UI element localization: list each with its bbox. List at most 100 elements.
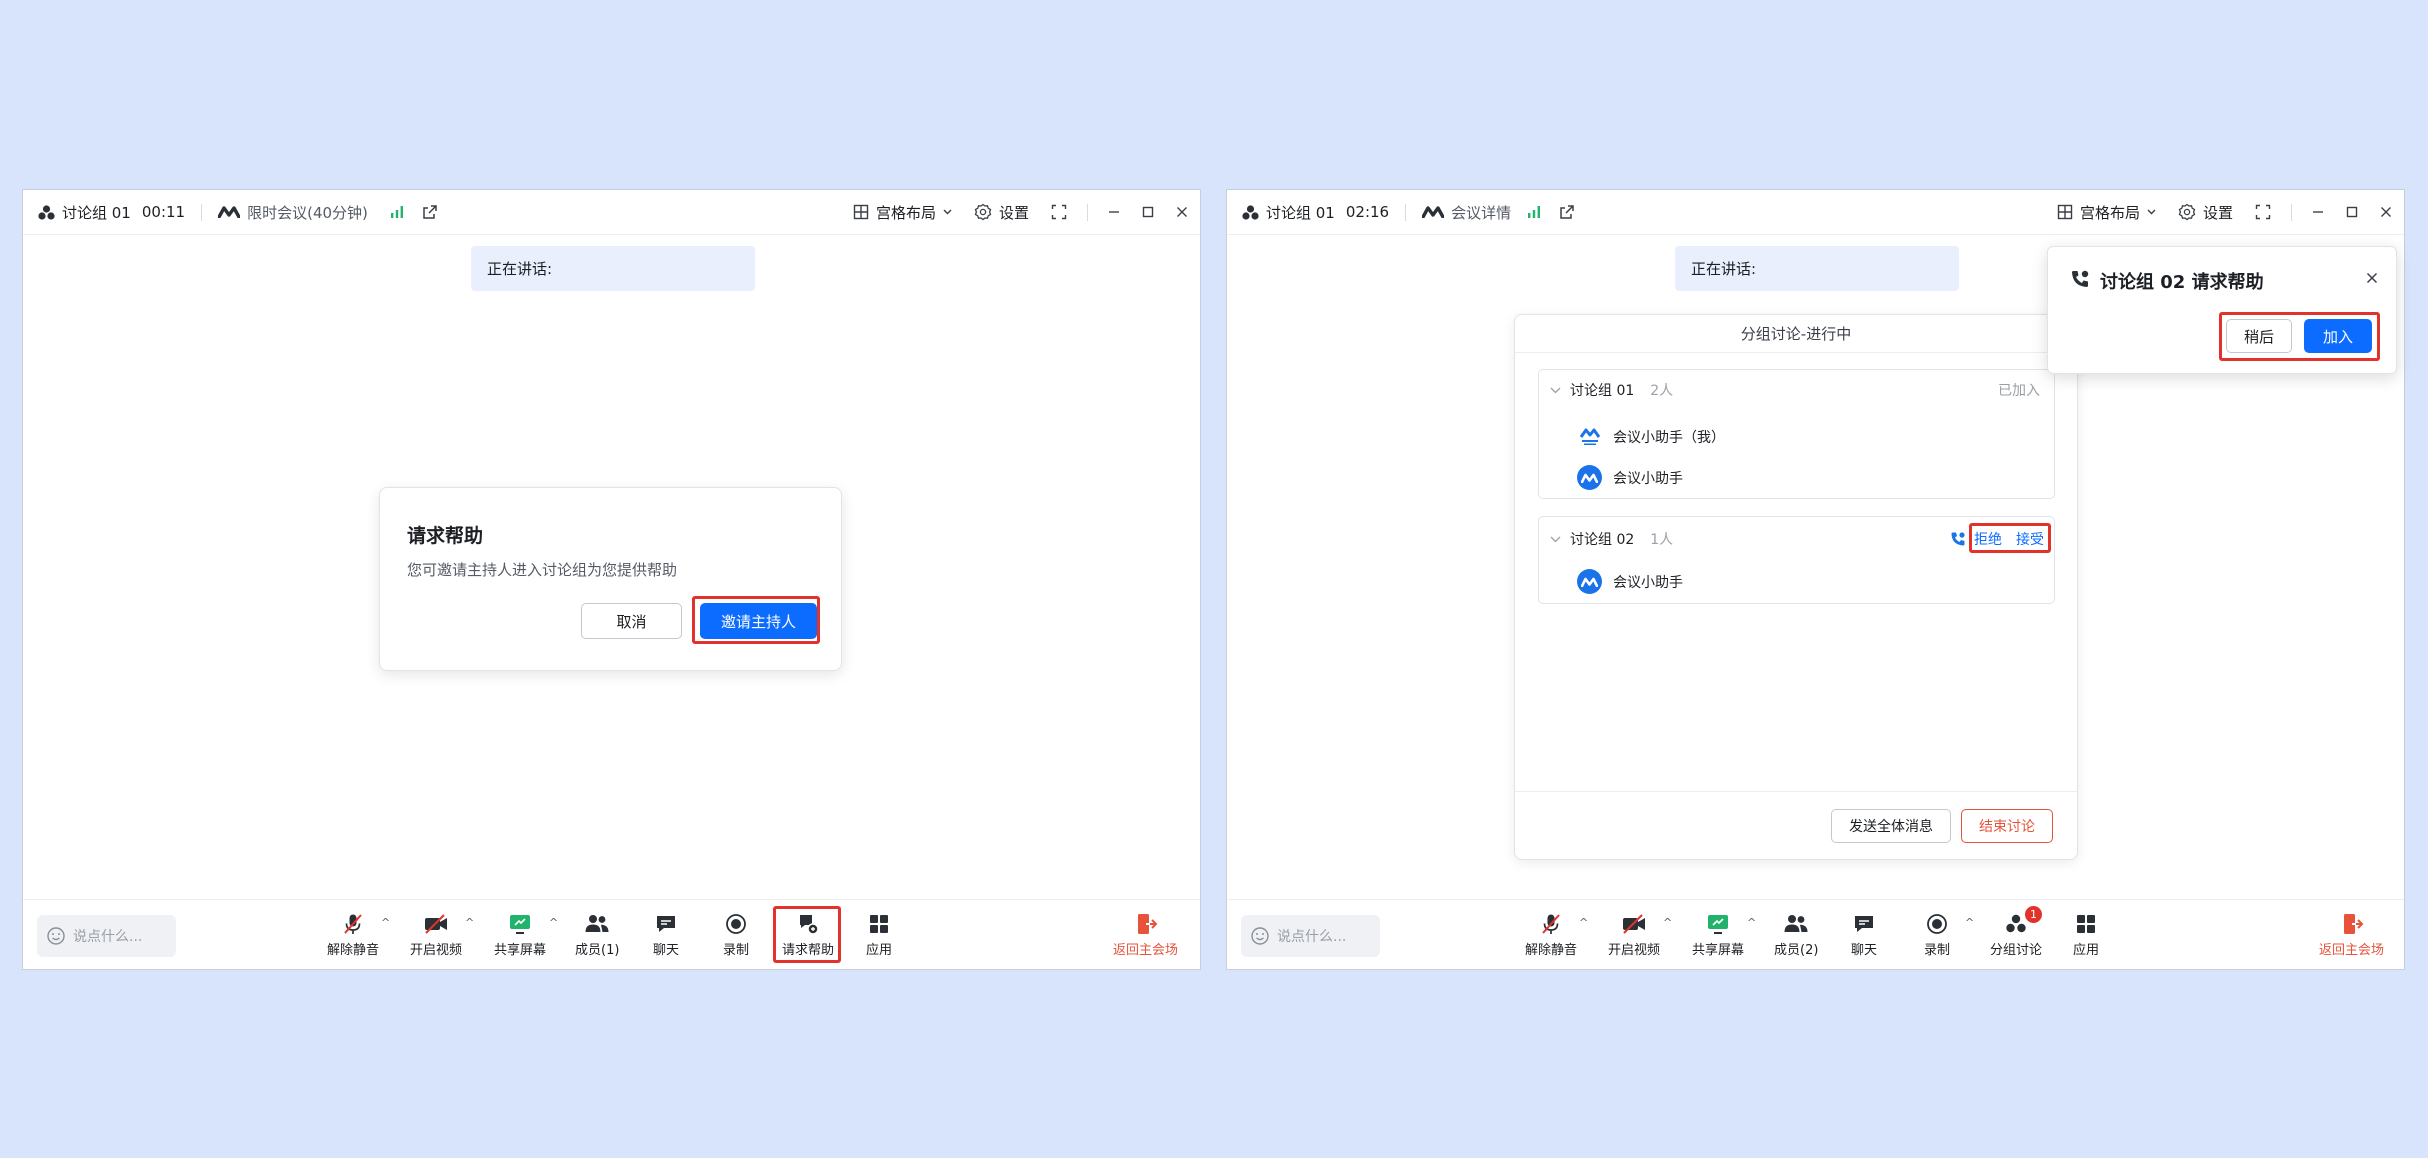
help-request-icon xyxy=(1950,531,1966,547)
close-icon[interactable] xyxy=(2366,272,2378,284)
share-screen-button[interactable]: 共享屏幕 xyxy=(1692,912,1744,958)
end-discussion-button[interactable]: 结束讨论 xyxy=(1961,809,2053,843)
avatar xyxy=(1577,424,1602,449)
breakout-label: 分组讨论 xyxy=(1990,943,2043,958)
chevron-up-icon[interactable]: ^ xyxy=(1579,916,1588,929)
apps-button[interactable]: 应用 xyxy=(866,912,892,958)
breakout-header: 分组讨论-进行中 xyxy=(1515,315,2077,353)
notification-badge: 1 xyxy=(2025,906,2042,923)
members-button[interactable]: 成员(2) xyxy=(1774,912,1818,958)
start-video-button[interactable]: 开启视频 xyxy=(410,912,462,958)
close-icon[interactable] xyxy=(1176,206,1188,218)
chat-label: 聊天 xyxy=(653,943,680,958)
camera-off-icon xyxy=(423,912,449,936)
unmute-label: 解除静音 xyxy=(1525,943,1578,958)
meeting-info[interactable]: 限时会议(40分钟) xyxy=(218,202,368,223)
layout-label: 宫格布局 xyxy=(875,203,936,222)
chevron-up-icon[interactable]: ^ xyxy=(1965,916,1974,929)
signal-icon[interactable] xyxy=(390,205,404,219)
back-to-main-button[interactable]: 返回主会场 xyxy=(2319,912,2384,958)
apps-label: 应用 xyxy=(866,943,893,958)
maximize-icon[interactable] xyxy=(1142,206,1154,218)
meeting-info-label: 限时会议(40分钟) xyxy=(247,203,368,222)
chevron-up-icon[interactable]: ^ xyxy=(1747,916,1756,929)
help-request-icon xyxy=(2070,269,2090,289)
record-icon xyxy=(725,913,747,935)
settings-label: 设置 xyxy=(998,203,1029,222)
share-screen-button[interactable]: 共享屏幕 xyxy=(494,912,546,958)
group-name: 讨论组 02 xyxy=(1570,532,1635,548)
breakout-group-01: 讨论组 01 2人 已加入 会议小助手（我） 会议小助手 xyxy=(1538,369,2055,499)
breakout-panel: 分组讨论-进行中 讨论组 01 2人 已加入 会议小助手（我） 会议小助手 讨论… xyxy=(1514,314,2078,860)
start-video-label: 开启视频 xyxy=(410,943,463,958)
back-to-main-label: 返回主会场 xyxy=(2319,943,2385,958)
apps-button[interactable]: 应用 xyxy=(2073,912,2099,958)
settings-button[interactable]: 设置 xyxy=(2178,202,2233,223)
bottom-toolbar: 说点什么... 解除静音 ^ 开启视频 ^ 共享屏幕 ^ 成员(2) 聊天 录制 xyxy=(1227,899,2404,969)
chevron-up-icon[interactable]: ^ xyxy=(465,916,474,929)
minimize-icon[interactable] xyxy=(2312,206,2324,218)
members-icon xyxy=(584,913,610,935)
member-name: 会议小助手 xyxy=(1613,574,1683,591)
mic-muted-icon xyxy=(341,912,365,936)
share-screen-label: 共享屏幕 xyxy=(494,943,547,958)
record-button[interactable]: 录制 xyxy=(1924,912,1950,958)
start-video-button[interactable]: 开启视频 xyxy=(1608,912,1660,958)
cancel-button[interactable]: 取消 xyxy=(581,603,682,639)
say-something-input[interactable]: 说点什么... xyxy=(1241,915,1380,957)
external-link-icon[interactable] xyxy=(422,204,438,220)
apps-icon xyxy=(868,913,890,935)
exit-icon xyxy=(2340,912,2364,936)
close-icon[interactable] xyxy=(2380,206,2392,218)
fullscreen-icon[interactable] xyxy=(1051,204,1067,220)
minimize-icon[interactable] xyxy=(1108,206,1120,218)
members-button[interactable]: 成员(1) xyxy=(575,912,619,958)
chat-icon xyxy=(1852,913,1876,935)
member-item: 会议小助手 xyxy=(1577,569,1683,594)
chevron-up-icon[interactable]: ^ xyxy=(1663,916,1672,929)
chevron-up-icon[interactable]: ^ xyxy=(549,916,558,929)
joined-status: 已加入 xyxy=(1998,383,2040,399)
record-button[interactable]: 录制 xyxy=(723,912,749,958)
camera-off-icon xyxy=(1621,912,1647,936)
group-count: 2人 xyxy=(1650,383,1674,399)
meeting-info[interactable]: 会议详情 xyxy=(1422,202,1511,223)
chevron-down-icon[interactable] xyxy=(1550,384,1561,397)
say-something-input[interactable]: 说点什么... xyxy=(37,915,176,957)
members-icon xyxy=(1783,913,1809,935)
signal-icon[interactable] xyxy=(1527,205,1541,219)
share-screen-label: 共享屏幕 xyxy=(1692,943,1745,958)
chevron-down-icon[interactable] xyxy=(1550,533,1561,546)
apps-icon xyxy=(2075,913,2097,935)
layout-button[interactable]: 宫格布局 xyxy=(853,202,952,223)
broadcast-message-button[interactable]: 发送全体消息 xyxy=(1831,809,1951,843)
maximize-icon[interactable] xyxy=(2346,206,2358,218)
emoji-icon xyxy=(46,926,66,946)
gear-icon xyxy=(974,203,992,221)
group-row[interactable]: 讨论组 01 2人 已加入 xyxy=(1539,370,2054,410)
group-name: 讨论组 01 xyxy=(1266,203,1335,222)
breakout-footer: 发送全体消息 结束讨论 xyxy=(1515,791,2077,859)
breakout-button[interactable]: 1 分组讨论 xyxy=(1990,906,2043,958)
meeting-window-right: 讨论组 01 02:16 会议详情 宫格布局 设置 正在讲话: 分组讨论-进行中… xyxy=(1226,189,2405,970)
unmute-button[interactable]: 解除静音 xyxy=(1525,912,1577,958)
say-placeholder: 说点什么... xyxy=(73,929,143,945)
layout-button[interactable]: 宫格布局 xyxy=(2057,202,2156,223)
settings-label: 设置 xyxy=(2202,203,2233,222)
external-link-icon[interactable] xyxy=(1559,204,1575,220)
unmute-button[interactable]: 解除静音 xyxy=(327,912,379,958)
chat-button[interactable]: 聊天 xyxy=(1851,912,1877,958)
chevron-up-icon[interactable]: ^ xyxy=(381,916,390,929)
back-to-main-button[interactable]: 返回主会场 xyxy=(1113,912,1178,958)
share-screen-icon xyxy=(1706,913,1730,935)
chat-button[interactable]: 聊天 xyxy=(653,912,679,958)
dialog-title: 请求帮助 xyxy=(407,525,484,547)
share-screen-icon xyxy=(508,913,532,935)
fullscreen-icon[interactable] xyxy=(2255,204,2271,220)
settings-button[interactable]: 设置 xyxy=(974,202,1029,223)
mic-muted-icon xyxy=(1539,912,1563,936)
highlight-box xyxy=(2219,312,2380,361)
tencent-meeting-logo-icon xyxy=(1422,206,1445,218)
speaking-indicator: 正在讲话: xyxy=(471,246,755,291)
tencent-meeting-logo-icon xyxy=(218,206,241,218)
